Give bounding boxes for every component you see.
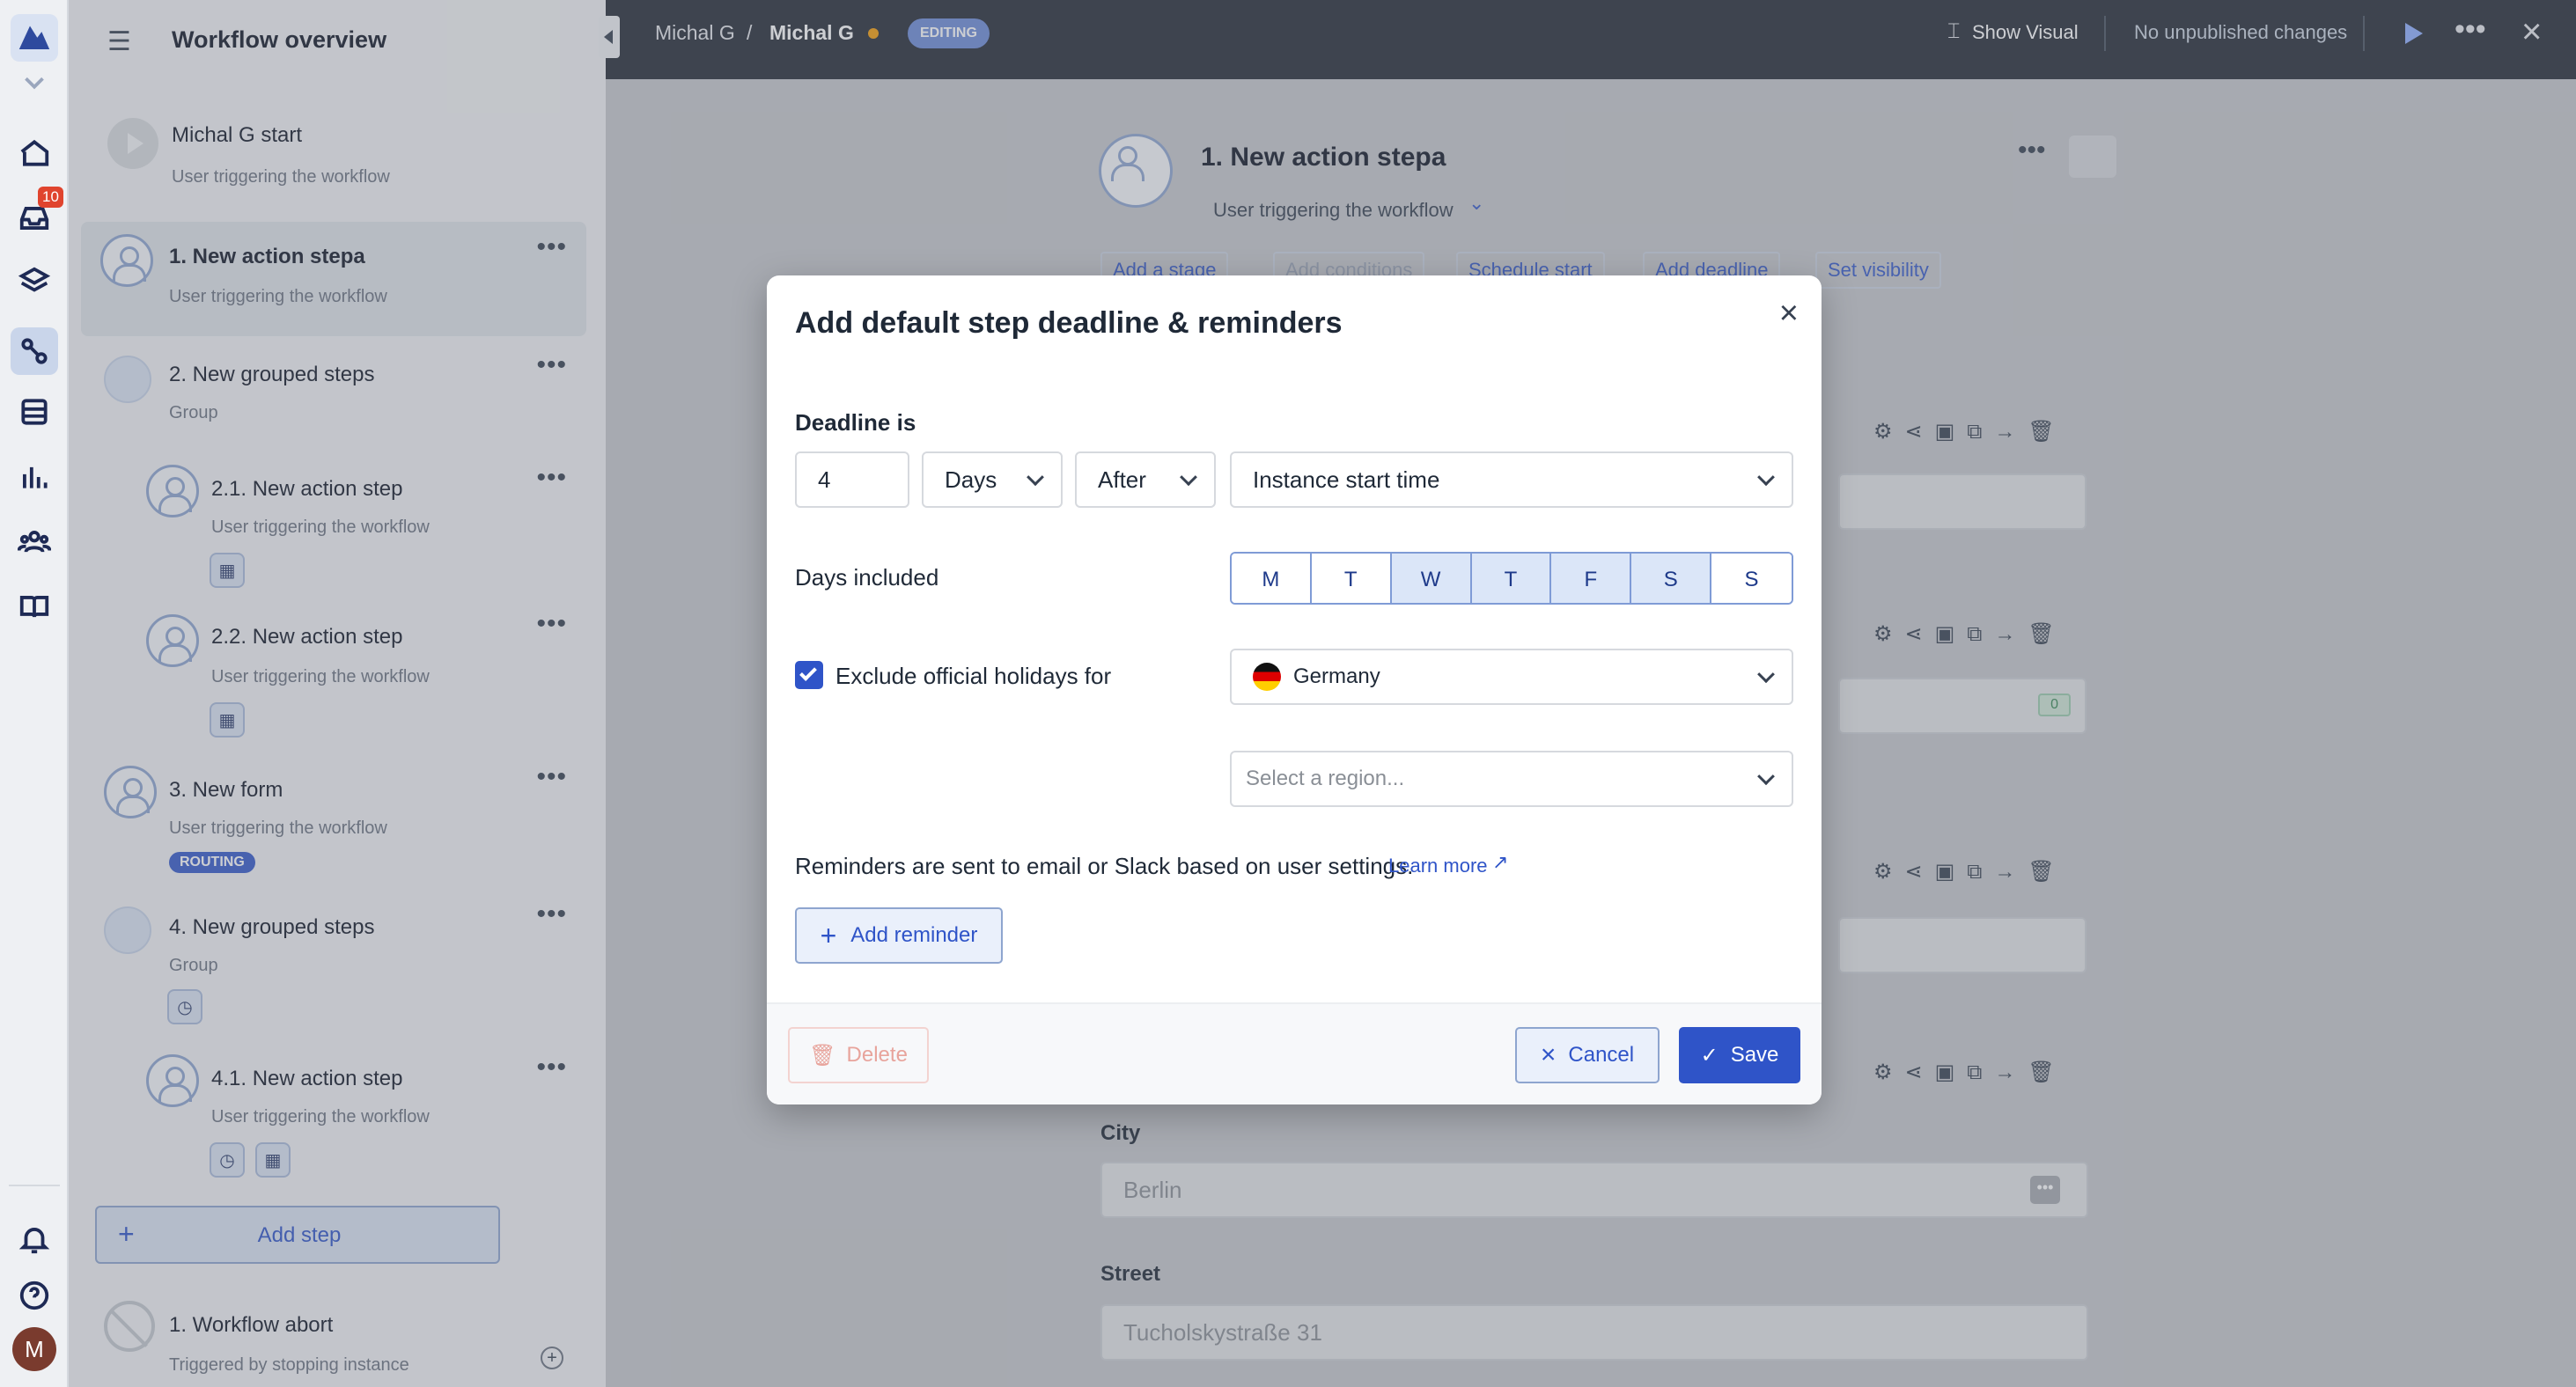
add-reminder-button[interactable]: + Add reminder — [795, 907, 1003, 964]
external-link-icon[interactable]: ↗ — [1492, 851, 1508, 874]
unit-value: Days — [945, 466, 997, 493]
trash-icon: 🗑 — [809, 1043, 836, 1068]
inbox-icon[interactable]: 10 — [17, 187, 63, 236]
cancel-label: Cancel — [1568, 1043, 1635, 1067]
rail-divider — [9, 1185, 60, 1186]
deadline-label: Deadline is — [795, 409, 916, 436]
modal-title: Add default step deadline & reminders — [795, 306, 1343, 340]
germany-flag-icon — [1253, 663, 1281, 691]
days-included-label: Days included — [795, 564, 939, 591]
modal-footer: 🗑 Delete × Cancel ✓ Save — [767, 1002, 1822, 1104]
region-select[interactable]: Select a region... — [1230, 751, 1793, 807]
home-icon[interactable] — [17, 136, 52, 171]
chevron-down-icon — [1757, 767, 1775, 786]
check-icon: ✓ — [1700, 1043, 1719, 1068]
workflow-icon[interactable] — [11, 327, 58, 375]
deadline-modal: Add default step deadline & reminders × … — [767, 275, 1822, 1104]
deadline-amount-input[interactable]: 4 — [795, 451, 909, 508]
country-value: Germany — [1293, 664, 1380, 688]
add-reminder-label: Add reminder — [850, 923, 978, 947]
deadline-unit-select[interactable]: Days — [922, 451, 1063, 508]
learn-more-link[interactable]: Learn more — [1388, 855, 1488, 877]
delete-label: Delete — [846, 1043, 908, 1067]
day-toggle[interactable]: W — [1391, 554, 1472, 603]
chevron-down-icon — [1757, 468, 1775, 487]
country-select[interactable]: Germany — [1230, 649, 1793, 705]
book-icon[interactable] — [17, 590, 52, 625]
day-toggle[interactable]: T — [1471, 554, 1552, 603]
help-icon[interactable] — [17, 1278, 52, 1313]
chevron-down-icon — [1757, 665, 1775, 684]
user-avatar[interactable]: M — [12, 1327, 56, 1371]
close-icon: × — [1540, 1040, 1557, 1069]
chevron-down-icon — [1027, 468, 1044, 487]
deadline-relation-select[interactable]: After — [1075, 451, 1216, 508]
plus-icon: + — [820, 919, 837, 951]
day-toggle[interactable]: F — [1551, 554, 1632, 603]
inbox-badge: 10 — [38, 187, 63, 208]
users-icon[interactable] — [17, 525, 52, 560]
reminder-info: Reminders are sent to email or Slack bas… — [795, 853, 1414, 879]
table-icon[interactable] — [17, 394, 52, 429]
cancel-button[interactable]: × Cancel — [1515, 1027, 1660, 1083]
day-toggle[interactable]: S — [1631, 554, 1712, 603]
holiday-label: Exclude official holidays for — [835, 663, 1112, 689]
delete-button[interactable]: 🗑 Delete — [788, 1027, 929, 1083]
amount-value: 4 — [818, 466, 831, 493]
bell-icon[interactable] — [17, 1222, 52, 1257]
save-button[interactable]: ✓ Save — [1679, 1027, 1800, 1083]
close-icon[interactable]: × — [1779, 295, 1799, 333]
layers-icon[interactable] — [17, 264, 52, 299]
chevron-down-icon — [1180, 468, 1197, 487]
relation-value: After — [1098, 466, 1146, 493]
region-placeholder: Select a region... — [1246, 767, 1405, 790]
chevron-down-icon[interactable] — [17, 65, 52, 100]
day-toggle[interactable]: T — [1311, 554, 1392, 603]
day-toggle[interactable]: S — [1711, 554, 1792, 603]
days-included-group: MTWTFSS — [1230, 552, 1793, 605]
save-label: Save — [1730, 1043, 1779, 1067]
reference-value: Instance start time — [1253, 466, 1440, 493]
chart-icon[interactable] — [17, 459, 52, 495]
day-toggle[interactable]: M — [1232, 554, 1312, 603]
left-rail: 10 M — [0, 0, 69, 1387]
holiday-checkbox[interactable] — [795, 661, 823, 689]
deadline-reference-select[interactable]: Instance start time — [1230, 451, 1793, 508]
app-logo-icon[interactable] — [11, 14, 58, 62]
